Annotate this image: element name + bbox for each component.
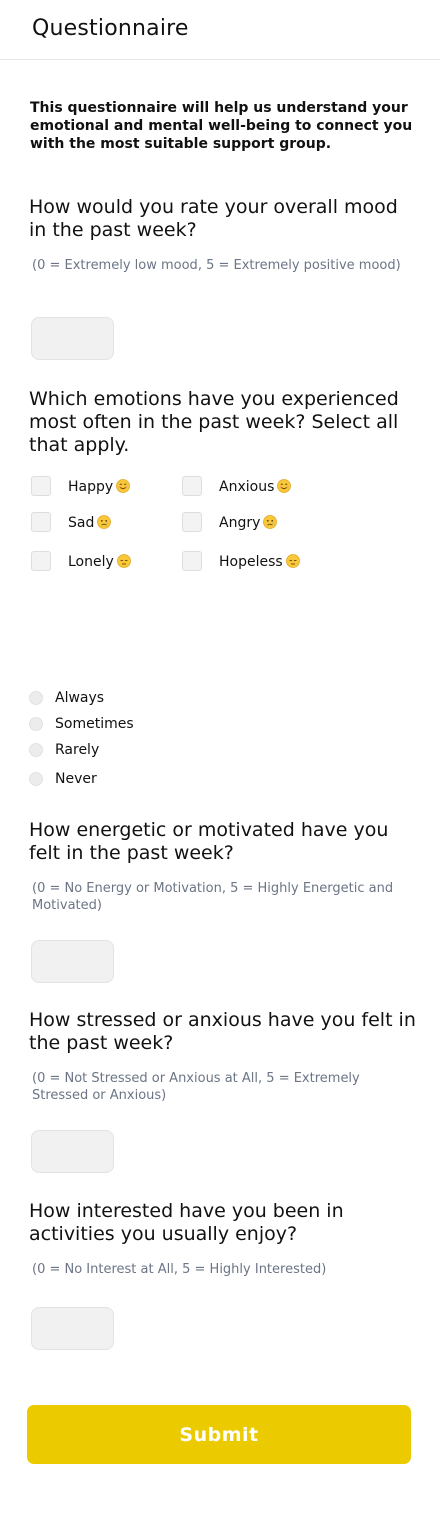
- rarely-label: Rarely: [55, 742, 100, 758]
- page-title: Questionnaire: [32, 16, 189, 41]
- mood-hint: (0 = Extremely low mood, 5 = Extremely p…: [32, 258, 401, 273]
- happy-checkbox[interactable]: [31, 476, 51, 496]
- header-bar: Questionnaire: [0, 0, 440, 60]
- happy-label: Happy: [68, 479, 114, 495]
- emotions-question: Which emotions have you experienced most…: [29, 388, 399, 456]
- energy-question: How energetic or motivated have you felt…: [29, 819, 389, 864]
- lonely-checkbox[interactable]: [31, 551, 51, 571]
- always-label: Always: [55, 690, 105, 706]
- always-radio[interactable]: [29, 691, 43, 705]
- stress-question: How stressed or anxious have you felt in…: [29, 1009, 416, 1054]
- rarely-radio[interactable]: [29, 743, 43, 757]
- energy-rating-input[interactable]: [31, 940, 114, 983]
- interest-question: How interested have you been in activiti…: [29, 1200, 344, 1245]
- interest-rating-input[interactable]: [31, 1307, 114, 1350]
- smiling-face-icon: [116, 479, 131, 493]
- never-radio[interactable]: [29, 772, 43, 786]
- pensive-face-icon: [285, 554, 300, 568]
- stress-rating-input[interactable]: [31, 1130, 114, 1173]
- hopeless-checkbox[interactable]: [182, 551, 202, 571]
- sad-label: Sad: [68, 515, 95, 531]
- interest-hint: (0 = No Interest at All, 5 = Highly Inte…: [32, 1262, 327, 1277]
- smiling-face-icon: [277, 479, 292, 493]
- angry-label: Angry: [219, 515, 261, 531]
- never-label: Never: [55, 771, 97, 787]
- pensive-face-icon: [116, 554, 131, 568]
- energy-hint: (0 = No Energy or Motivation, 5 = Highly…: [32, 881, 394, 913]
- lonely-label: Lonely: [68, 554, 114, 570]
- crying-face-icon: [263, 515, 278, 529]
- stress-hint: (0 = Not Stressed or Anxious at All, 5 =…: [32, 1071, 360, 1103]
- intro-text: This questionnaire will help us understa…: [30, 100, 413, 152]
- hopeless-label: Hopeless: [219, 554, 283, 570]
- crying-face-icon: [97, 515, 112, 529]
- angry-checkbox[interactable]: [182, 512, 202, 532]
- sometimes-label: Sometimes: [55, 716, 134, 732]
- anxious-label: Anxious: [219, 479, 275, 495]
- mood-rating-input[interactable]: [31, 317, 114, 360]
- mood-question: How would you rate your overall mood in …: [29, 196, 398, 241]
- submit-button[interactable]: Submit: [27, 1405, 411, 1464]
- anxious-checkbox[interactable]: [182, 476, 202, 496]
- sometimes-radio[interactable]: [29, 717, 43, 731]
- sad-checkbox[interactable]: [31, 512, 51, 532]
